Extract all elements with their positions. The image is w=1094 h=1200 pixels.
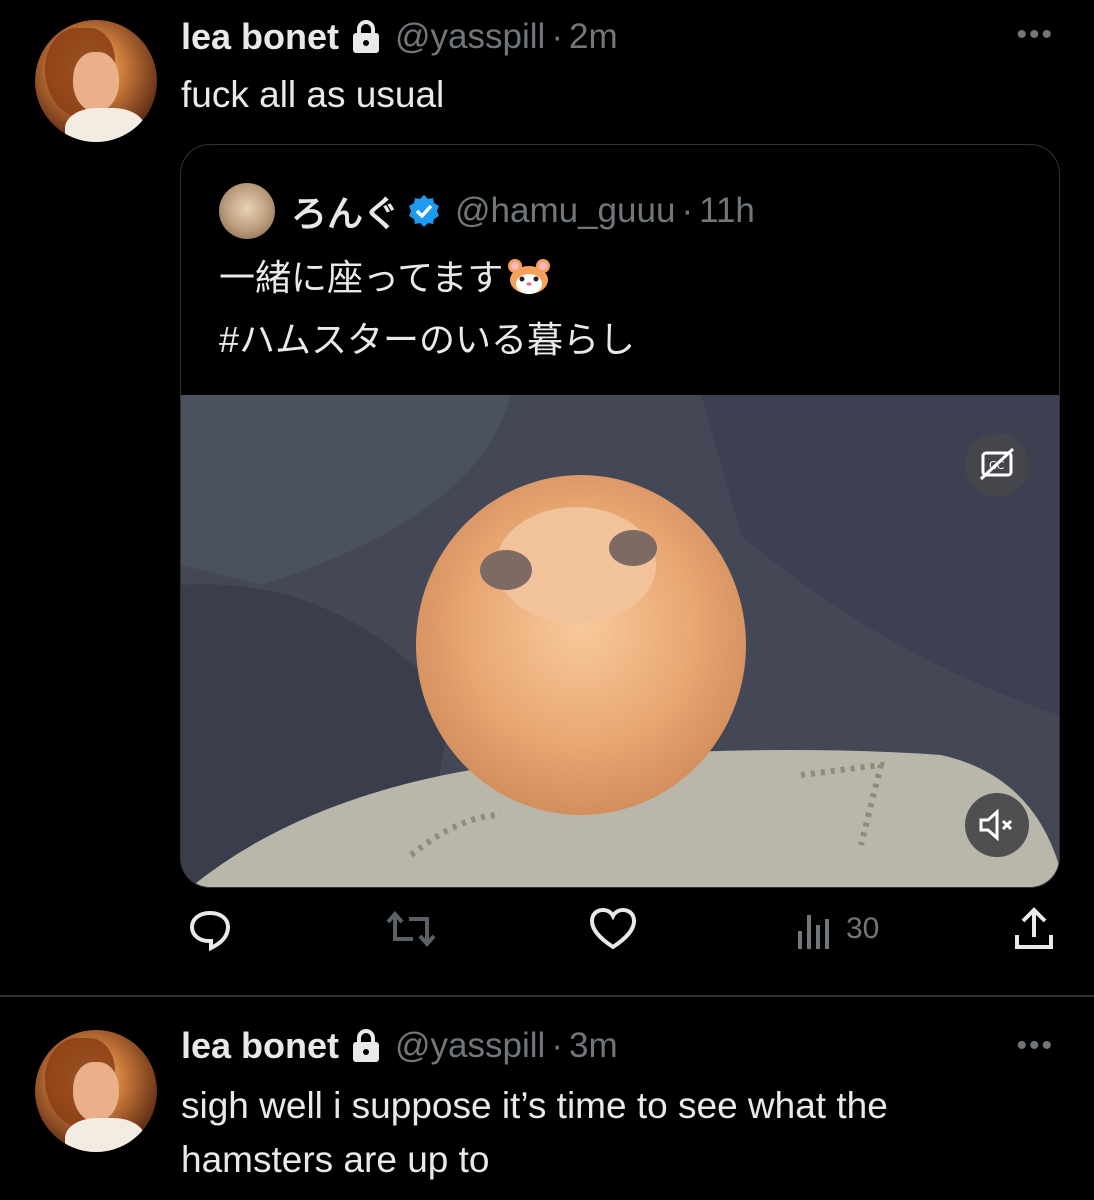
display-name[interactable]: lea bonet xyxy=(181,16,339,58)
views-icon xyxy=(798,915,829,949)
quote-header: ろんぐ @hamu_guuu · 11h xyxy=(291,185,755,237)
retweet-button[interactable] xyxy=(385,905,437,953)
tweet-text: sigh well i suppose it’s time to see wha… xyxy=(181,1079,888,1187)
verified-icon xyxy=(407,194,441,228)
display-name[interactable]: lea bonet xyxy=(181,1025,339,1067)
tweet-text-line-2: hamsters are up to xyxy=(181,1139,490,1180)
quoted-tweet[interactable]: ろんぐ @hamu_guuu · 11h 一緒に座ってます #ハムスターのいる暮… xyxy=(180,144,1060,888)
video-frame xyxy=(181,395,1059,887)
like-button[interactable] xyxy=(588,905,638,953)
tweet-header: lea bonet @yasspill · 2m xyxy=(181,16,618,58)
mute-icon[interactable] xyxy=(965,793,1029,857)
tweet-1[interactable]: lea bonet @yasspill · 2m ••• fuck all as… xyxy=(0,0,1094,995)
separator: · xyxy=(551,17,563,56)
more-icon[interactable]: ••• xyxy=(1016,18,1054,52)
views-count: 30 xyxy=(846,912,880,945)
video-player[interactable]: CC xyxy=(181,395,1059,887)
tweet-header: lea bonet @yasspill · 3m xyxy=(181,1025,618,1067)
lock-icon xyxy=(351,1029,381,1063)
cc-icon[interactable]: CC xyxy=(965,433,1029,497)
timestamp[interactable]: 3m xyxy=(569,1026,618,1066)
reply-icon xyxy=(189,910,231,952)
quote-handle[interactable]: @hamu_guuu xyxy=(455,191,675,231)
quote-avatar[interactable] xyxy=(219,183,275,239)
tweet-2[interactable]: lea bonet @yasspill · 3m ••• sigh well i… xyxy=(0,997,1094,1200)
reply-button[interactable] xyxy=(186,905,234,953)
lock-icon xyxy=(351,20,381,54)
timestamp[interactable]: 2m xyxy=(569,17,618,57)
tweet-text-line-1: sigh well i suppose it’s time to see wha… xyxy=(181,1085,888,1126)
quote-text: 一緒に座ってます #ハムスターのいる暮らし xyxy=(219,247,635,371)
separator: · xyxy=(551,1026,563,1065)
tweet-text: fuck all as usual xyxy=(181,74,445,115)
more-icon[interactable]: ••• xyxy=(1016,1029,1054,1063)
views-button[interactable]: 30 xyxy=(794,905,879,953)
like-icon xyxy=(589,907,637,950)
share-icon xyxy=(1015,907,1053,949)
quote-timestamp[interactable]: 11h xyxy=(699,191,755,231)
handle[interactable]: @yasspill xyxy=(395,17,545,57)
quote-line-1: 一緒に座ってます xyxy=(219,257,504,298)
quote-display-name[interactable]: ろんぐ xyxy=(291,185,399,237)
hamster-emoji-icon xyxy=(507,253,551,294)
avatar[interactable] xyxy=(35,1030,157,1152)
action-bar: 30 xyxy=(180,905,1060,965)
retweet-icon xyxy=(386,910,436,948)
share-button[interactable] xyxy=(1010,905,1058,953)
handle[interactable]: @yasspill xyxy=(395,1026,545,1066)
quote-separator: · xyxy=(681,191,694,230)
quote-hashtag[interactable]: #ハムスターのいる暮らし xyxy=(219,309,635,371)
avatar[interactable] xyxy=(35,20,157,142)
